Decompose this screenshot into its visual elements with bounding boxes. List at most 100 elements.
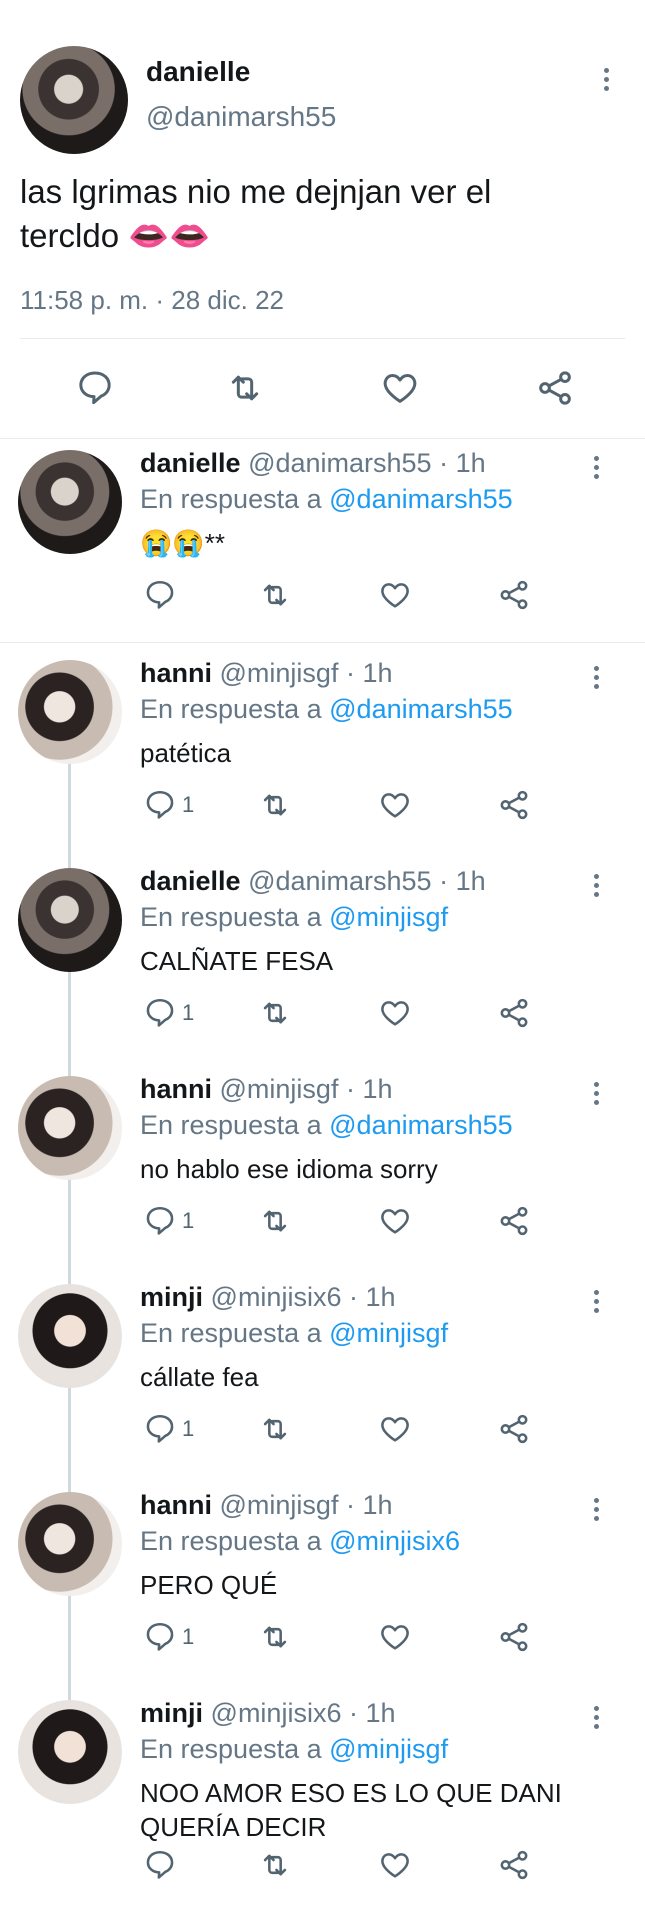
more-icon[interactable] bbox=[604, 68, 610, 95]
reply-to-link[interactable]: @danimarsh55 bbox=[329, 694, 513, 724]
reply-to-link[interactable]: @danimarsh55 bbox=[329, 484, 513, 514]
reply-header: hanni @minjisgf · 1h bbox=[140, 658, 393, 689]
share-icon[interactable] bbox=[535, 368, 575, 408]
handle[interactable]: @minjisix6 bbox=[211, 1698, 342, 1728]
retweet-icon[interactable] bbox=[225, 368, 265, 408]
share-icon[interactable] bbox=[497, 578, 531, 612]
reply-prefix: En respuesta a bbox=[140, 902, 322, 932]
reply-text: patética bbox=[140, 738, 232, 768]
reply-time: · 1h bbox=[345, 1490, 393, 1520]
reply-context: En respuesta a @danimarsh55 bbox=[140, 694, 513, 725]
like-icon[interactable] bbox=[378, 788, 412, 822]
retweet-icon[interactable] bbox=[258, 1620, 292, 1654]
reply-count: 1 bbox=[182, 1208, 195, 1233]
reply-icon[interactable] bbox=[143, 788, 177, 822]
handle[interactable]: @danimarsh55 bbox=[146, 101, 336, 133]
reply-header: hanni @minjisgf · 1h bbox=[140, 1490, 393, 1521]
reply-icon[interactable] bbox=[143, 996, 177, 1030]
display-name[interactable]: minji bbox=[140, 1698, 203, 1728]
share-icon[interactable] bbox=[497, 1204, 531, 1238]
retweet-icon[interactable] bbox=[258, 1848, 292, 1882]
display-name[interactable]: minji bbox=[140, 1282, 203, 1312]
reply-prefix: En respuesta a bbox=[140, 1318, 322, 1348]
handle[interactable]: @minjisix6 bbox=[211, 1282, 342, 1312]
like-icon[interactable] bbox=[378, 578, 412, 612]
more-icon[interactable] bbox=[594, 874, 600, 901]
handle[interactable]: @danimarsh55 bbox=[248, 448, 432, 478]
reply-header: minji @minjisix6 · 1h bbox=[140, 1698, 396, 1729]
reply-count: 1 bbox=[182, 1624, 195, 1649]
reply-to-link[interactable]: @minjisgf bbox=[329, 1734, 448, 1764]
reply-to-link[interactable]: @minjisgf bbox=[329, 902, 448, 932]
display-name[interactable]: danielle bbox=[140, 448, 241, 478]
reply-prefix: En respuesta a bbox=[140, 1734, 322, 1764]
reply-count: 1 bbox=[182, 1416, 195, 1441]
divider bbox=[0, 438, 645, 439]
like-icon[interactable] bbox=[378, 1204, 412, 1238]
more-icon[interactable] bbox=[594, 1290, 600, 1317]
share-icon[interactable] bbox=[497, 1620, 531, 1654]
reply-count: 1 bbox=[182, 792, 195, 817]
reply-prefix: En respuesta a bbox=[140, 1526, 322, 1556]
more-icon[interactable] bbox=[594, 1498, 600, 1525]
display-name[interactable]: hanni bbox=[140, 1074, 212, 1104]
more-icon[interactable] bbox=[594, 1082, 600, 1109]
avatar[interactable] bbox=[18, 1076, 122, 1180]
display-name[interactable]: hanni bbox=[140, 658, 212, 688]
tweet-timestamp[interactable]: 11:58 p. m. · 28 dic. 22 bbox=[20, 285, 284, 316]
share-icon[interactable] bbox=[497, 996, 531, 1030]
reply-time: · 1h bbox=[348, 1282, 396, 1312]
display-name[interactable]: danielle bbox=[140, 866, 241, 896]
reply-icon[interactable] bbox=[143, 578, 177, 612]
avatar[interactable] bbox=[18, 1284, 122, 1388]
reply-icon[interactable] bbox=[143, 1848, 177, 1882]
reply-to-link[interactable]: @danimarsh55 bbox=[329, 1110, 513, 1140]
reply-header: hanni @minjisgf · 1h bbox=[140, 1074, 393, 1105]
like-icon[interactable] bbox=[378, 1620, 412, 1654]
share-icon[interactable] bbox=[497, 1412, 531, 1446]
avatar[interactable] bbox=[18, 660, 122, 764]
reply-text: NOO AMOR ESO ES LO QUE DANI QUERÍA DECIR bbox=[140, 1778, 562, 1842]
divider bbox=[20, 338, 625, 339]
avatar[interactable] bbox=[20, 46, 128, 154]
handle[interactable]: @minjisgf bbox=[220, 1074, 339, 1104]
reply-text: no hablo ese idioma sorry bbox=[140, 1154, 438, 1184]
reply-icon[interactable] bbox=[75, 368, 115, 408]
share-icon[interactable] bbox=[497, 788, 531, 822]
more-icon[interactable] bbox=[594, 666, 600, 693]
like-icon[interactable] bbox=[378, 996, 412, 1030]
retweet-icon[interactable] bbox=[258, 1204, 292, 1238]
avatar[interactable] bbox=[18, 1492, 122, 1596]
handle[interactable]: @minjisgf bbox=[220, 1490, 339, 1520]
avatar[interactable] bbox=[18, 868, 122, 972]
share-icon[interactable] bbox=[497, 1848, 531, 1882]
reply-count: 1 bbox=[182, 1000, 195, 1025]
more-icon[interactable] bbox=[594, 1706, 600, 1733]
handle[interactable]: @danimarsh55 bbox=[248, 866, 432, 896]
reply-header: danielle @danimarsh55 · 1h bbox=[140, 866, 486, 897]
reply-header: danielle @danimarsh55 · 1h bbox=[140, 448, 486, 479]
avatar[interactable] bbox=[18, 1700, 122, 1804]
reply-to-link[interactable]: @minjisix6 bbox=[329, 1526, 460, 1556]
retweet-icon[interactable] bbox=[258, 1412, 292, 1446]
reply-icon[interactable] bbox=[143, 1204, 177, 1238]
reply-icon[interactable] bbox=[143, 1620, 177, 1654]
reply-time: · 1h bbox=[439, 866, 486, 896]
display-name[interactable]: danielle bbox=[146, 56, 250, 88]
avatar[interactable] bbox=[18, 450, 122, 554]
handle[interactable]: @minjisgf bbox=[220, 658, 339, 688]
retweet-icon[interactable] bbox=[258, 788, 292, 822]
display-name[interactable]: hanni bbox=[140, 1490, 212, 1520]
reply-prefix: En respuesta a bbox=[140, 694, 322, 724]
more-icon[interactable] bbox=[594, 456, 600, 483]
retweet-icon[interactable] bbox=[258, 578, 292, 612]
reply-time: · 1h bbox=[345, 1074, 393, 1104]
reply-context: En respuesta a @danimarsh55 bbox=[140, 484, 513, 515]
reply-to-link[interactable]: @minjisgf bbox=[329, 1318, 448, 1348]
reply-icon[interactable] bbox=[143, 1412, 177, 1446]
like-icon[interactable] bbox=[380, 368, 420, 408]
retweet-icon[interactable] bbox=[258, 996, 292, 1030]
like-icon[interactable] bbox=[378, 1848, 412, 1882]
reply-context: En respuesta a @danimarsh55 bbox=[140, 1110, 513, 1141]
like-icon[interactable] bbox=[378, 1412, 412, 1446]
